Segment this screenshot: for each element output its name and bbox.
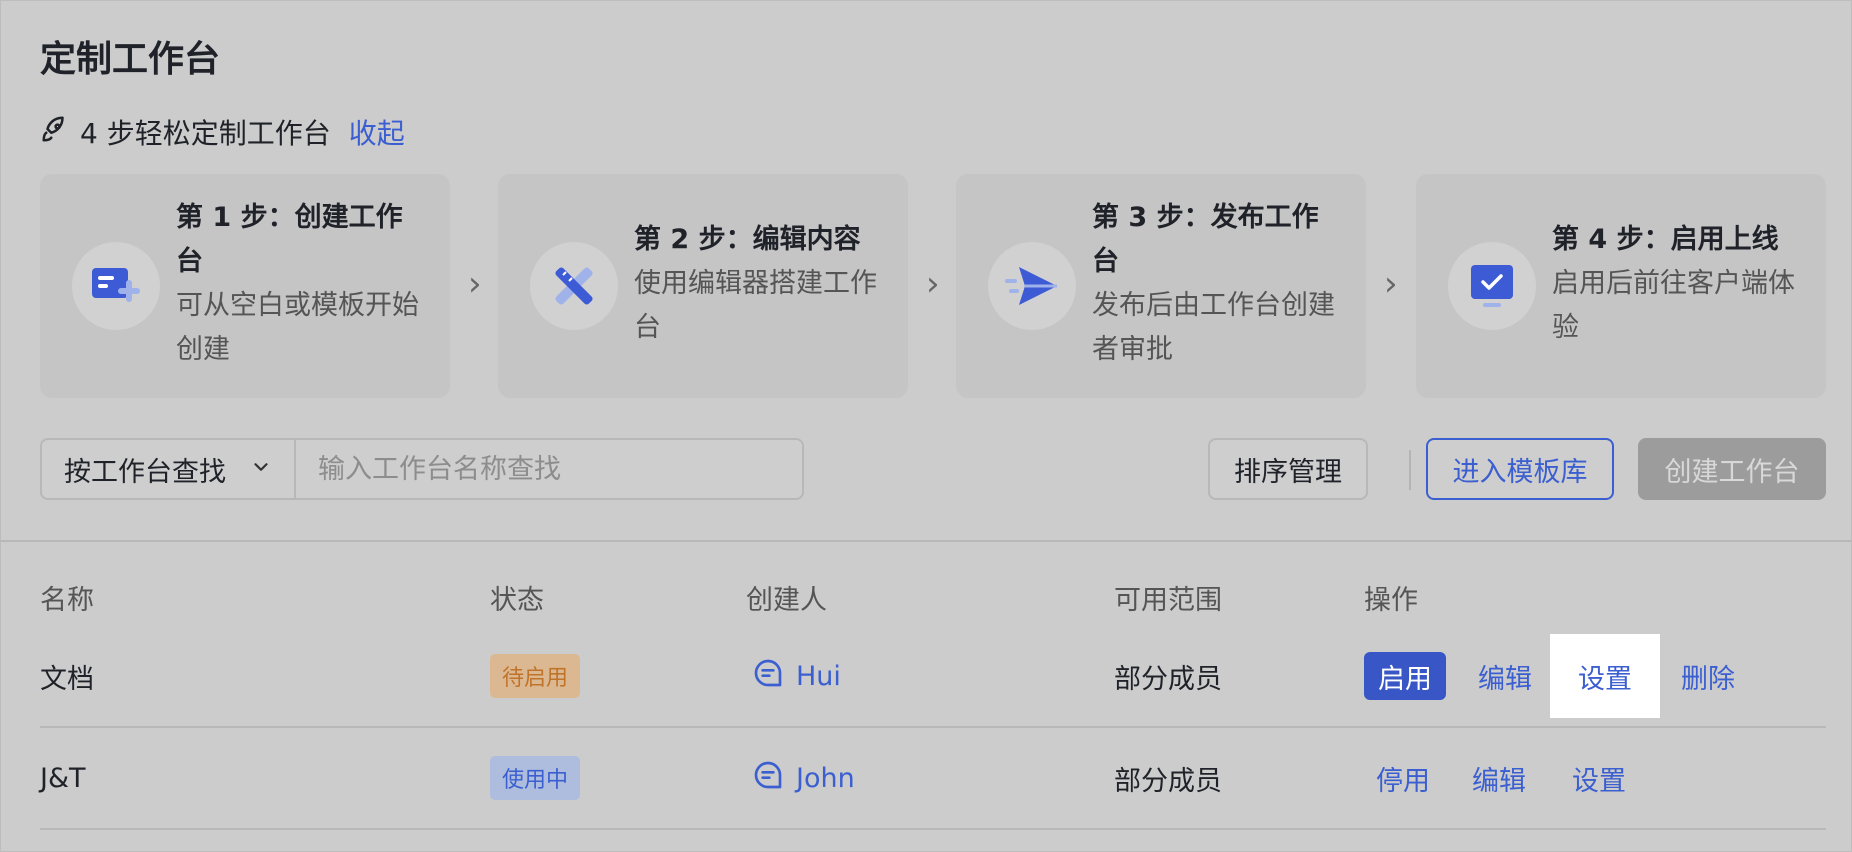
monitor-check-icon bbox=[1448, 242, 1536, 330]
settings-link[interactable]: 设置 bbox=[1550, 634, 1660, 718]
step-card-4: 第 4 步：启用上线 启用后前往客户端体验 bbox=[1416, 174, 1826, 398]
rocket-icon bbox=[40, 114, 70, 151]
collapse-link[interactable]: 收起 bbox=[349, 112, 405, 152]
column-header-actions: 操作 bbox=[1364, 585, 1418, 616]
row-name: 文档 bbox=[40, 663, 94, 695]
table-row: J&T 使用中 John 部分成员 停用 编辑 设置 bbox=[40, 728, 1826, 830]
step-desc: 使用编辑器搭建工作台 bbox=[634, 268, 877, 343]
column-header-creator: 创建人 bbox=[746, 585, 827, 616]
card-plus-icon bbox=[72, 242, 160, 330]
row-scope: 部分成员 bbox=[1114, 663, 1222, 695]
chevron-right-icon: › bbox=[1384, 264, 1398, 304]
step-title: 第 4 步：启用上线 bbox=[1552, 224, 1779, 255]
status-badge: 使用中 bbox=[490, 756, 581, 800]
creator-link[interactable]: John bbox=[752, 728, 855, 828]
chat-bubble-icon bbox=[752, 657, 784, 696]
guide-text: 4 步轻松定制工作台 bbox=[80, 117, 331, 150]
table-row: 文档 待启用 Hui 部分成员 启用 编辑 设置 删除 bbox=[40, 626, 1826, 728]
creator-name: Hui bbox=[796, 660, 841, 692]
column-header-scope: 可用范围 bbox=[1114, 585, 1222, 616]
step-desc: 可从空白或模板开始创建 bbox=[176, 290, 419, 365]
edit-link[interactable]: 编辑 bbox=[1454, 728, 1544, 828]
step-card-3: 第 3 步：发布工作台 发布后由工作台创建者审批 bbox=[956, 174, 1366, 398]
step-title: 第 3 步：发布工作台 bbox=[1092, 202, 1319, 277]
steps-guide: 第 1 步：创建工作台 可从空白或模板开始创建 › 第 2 步：编辑内容 使用编… bbox=[40, 174, 1826, 398]
chevron-right-icon: › bbox=[926, 264, 940, 304]
search-input[interactable] bbox=[296, 440, 802, 498]
column-header-name: 名称 bbox=[40, 585, 94, 616]
creator-name: John bbox=[796, 762, 855, 794]
template-library-button[interactable]: 进入模板库 bbox=[1426, 438, 1614, 500]
enable-button[interactable]: 启用 bbox=[1364, 652, 1446, 700]
edit-link[interactable]: 编辑 bbox=[1460, 626, 1550, 726]
step-card-2: 第 2 步：编辑内容 使用编辑器搭建工作台 bbox=[498, 174, 908, 398]
send-icon bbox=[988, 242, 1076, 330]
creator-link[interactable]: Hui bbox=[752, 626, 841, 726]
chevron-right-icon: › bbox=[468, 264, 482, 304]
step-title: 第 1 步：创建工作台 bbox=[176, 202, 403, 277]
settings-link[interactable]: 设置 bbox=[1544, 728, 1654, 828]
row-name: J&T bbox=[40, 762, 86, 794]
create-workspace-button[interactable]: 创建工作台 bbox=[1638, 438, 1826, 500]
step-desc: 启用后前往客户端体验 bbox=[1552, 268, 1795, 343]
guide-header: 4 步轻松定制工作台 收起 bbox=[40, 112, 405, 152]
disable-link[interactable]: 停用 bbox=[1364, 728, 1454, 828]
delete-link[interactable]: 删除 bbox=[1660, 626, 1756, 726]
page-title: 定制工作台 bbox=[40, 39, 221, 80]
step-title: 第 2 步：编辑内容 bbox=[634, 224, 861, 255]
pencil-ruler-icon bbox=[530, 242, 618, 330]
chevron-down-icon bbox=[250, 454, 272, 485]
chat-bubble-icon bbox=[752, 759, 784, 798]
toolbar-divider bbox=[1409, 450, 1411, 490]
step-card-1: 第 1 步：创建工作台 可从空白或模板开始创建 bbox=[40, 174, 450, 398]
column-header-status: 状态 bbox=[490, 585, 544, 616]
search-bar: 按工作台查找 bbox=[40, 438, 804, 500]
section-divider bbox=[0, 540, 1852, 542]
sort-manage-button[interactable]: 排序管理 bbox=[1208, 438, 1368, 500]
search-filter-label: 按工作台查找 bbox=[64, 456, 226, 488]
search-filter-select[interactable]: 按工作台查找 bbox=[42, 440, 296, 498]
status-badge: 待启用 bbox=[490, 654, 581, 698]
step-desc: 发布后由工作台创建者审批 bbox=[1092, 290, 1335, 365]
row-scope: 部分成员 bbox=[1114, 765, 1222, 797]
